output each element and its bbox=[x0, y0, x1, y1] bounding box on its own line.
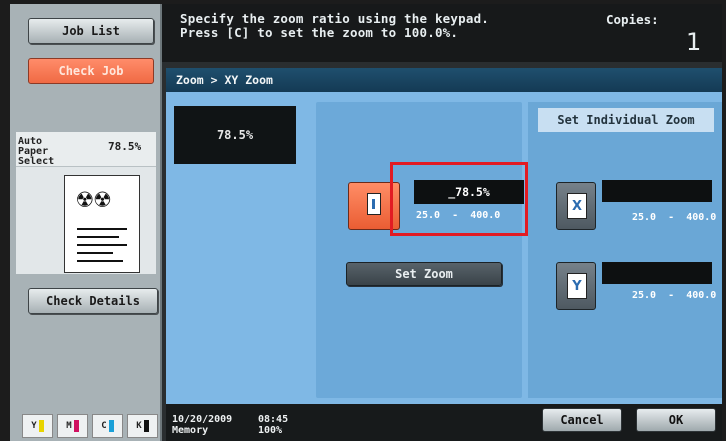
instruction-line-1: Specify the zoom ratio using the keypad. bbox=[180, 11, 490, 26]
copies-label: Copies: bbox=[606, 12, 659, 27]
toner-yellow-bar bbox=[38, 419, 44, 432]
toner-magenta-label: M bbox=[66, 421, 72, 431]
y-zoom-value-field[interactable] bbox=[602, 262, 712, 284]
current-zoom-display: 78.5% bbox=[174, 106, 296, 164]
toner-cyan: C bbox=[92, 414, 123, 438]
y-range-max: 400.0 bbox=[686, 290, 717, 301]
toner-black-label: K bbox=[136, 421, 142, 431]
instruction-line-2: Press [C] to set the zoom to 100.0%. bbox=[180, 25, 459, 40]
instruction-message: Specify the zoom ratio using the keypad.… bbox=[180, 12, 489, 40]
xy-zoom-panel: Zoom > XY Zoom 78.5% Set Individual Zoom… bbox=[166, 68, 722, 404]
xy-zoom-area bbox=[316, 102, 522, 398]
preview-text-line bbox=[77, 260, 123, 262]
x-zoom-value-field[interactable] bbox=[602, 180, 712, 202]
job-list-button[interactable]: Job List bbox=[28, 18, 154, 44]
set-individual-zoom-label: Set Individual Zoom bbox=[538, 108, 714, 132]
y-zoom-range: 25.0 - 400.0 bbox=[632, 290, 716, 301]
copies-count: 1 bbox=[686, 28, 702, 56]
document-preview: ☢☢ bbox=[64, 175, 140, 273]
toner-cyan-label: C bbox=[101, 421, 107, 431]
preview-text-line bbox=[77, 244, 127, 246]
toner-cyan-bar bbox=[108, 419, 114, 432]
preview-graphic-icon: ☢☢ bbox=[77, 184, 113, 214]
x-range-max: 400.0 bbox=[686, 212, 717, 223]
toner-levels: Y M C K bbox=[22, 414, 158, 438]
cancel-button[interactable]: Cancel bbox=[542, 408, 622, 432]
date-memory: 10/20/2009 Memory bbox=[172, 414, 232, 436]
preview-area: ☢☢ bbox=[16, 166, 156, 274]
set-zoom-button[interactable]: Set Zoom bbox=[346, 262, 502, 286]
ok-button[interactable]: OK bbox=[636, 408, 716, 432]
paper-select-label: Auto Paper Select bbox=[18, 136, 55, 167]
paper-info: Auto Paper Select 78.5% bbox=[16, 132, 156, 167]
memory-value: 100% bbox=[258, 425, 283, 436]
breadcrumb: Zoom > XY Zoom bbox=[166, 68, 722, 92]
paper-zoom-value: 78.5% bbox=[108, 140, 142, 153]
toner-yellow-label: Y bbox=[31, 421, 37, 431]
individual-zoom-area bbox=[528, 102, 722, 398]
y-zoom-button[interactable]: Y bbox=[556, 262, 596, 310]
time-text: 08:45 bbox=[258, 414, 289, 425]
copier-screen: Specify the zoom ratio using the keypad.… bbox=[10, 4, 722, 441]
highlight-box bbox=[390, 162, 528, 236]
x-range-separator: - bbox=[668, 212, 675, 223]
check-details-button[interactable]: Check Details bbox=[28, 288, 158, 314]
x-zoom-range: 25.0 - 400.0 bbox=[632, 212, 716, 223]
preview-text-line bbox=[77, 228, 127, 230]
status-bar: 10/20/2009 Memory 08:45 100% Cancel OK bbox=[166, 404, 722, 441]
toner-black-bar bbox=[143, 419, 149, 432]
check-job-button[interactable]: Check Job bbox=[28, 58, 154, 84]
toner-magenta-bar bbox=[73, 419, 79, 432]
y-range-min: 25.0 bbox=[632, 290, 657, 301]
toner-magenta: M bbox=[57, 414, 88, 438]
date-text: 10/20/2009 bbox=[172, 414, 233, 425]
preview-text-line bbox=[77, 252, 113, 254]
toner-black: K bbox=[127, 414, 158, 438]
y-axis-icon: Y bbox=[567, 273, 587, 299]
x-axis-icon: X bbox=[567, 193, 587, 219]
time-memory: 08:45 100% bbox=[258, 414, 288, 436]
y-range-separator: - bbox=[668, 290, 675, 301]
document-icon bbox=[367, 193, 381, 215]
preview-text-line bbox=[77, 236, 119, 238]
x-zoom-button[interactable]: X bbox=[556, 182, 596, 230]
left-sidebar: Job List Check Job Auto Paper Select 78.… bbox=[10, 4, 162, 441]
x-range-min: 25.0 bbox=[632, 212, 657, 223]
toner-yellow: Y bbox=[22, 414, 53, 438]
memory-label: Memory bbox=[172, 425, 209, 436]
